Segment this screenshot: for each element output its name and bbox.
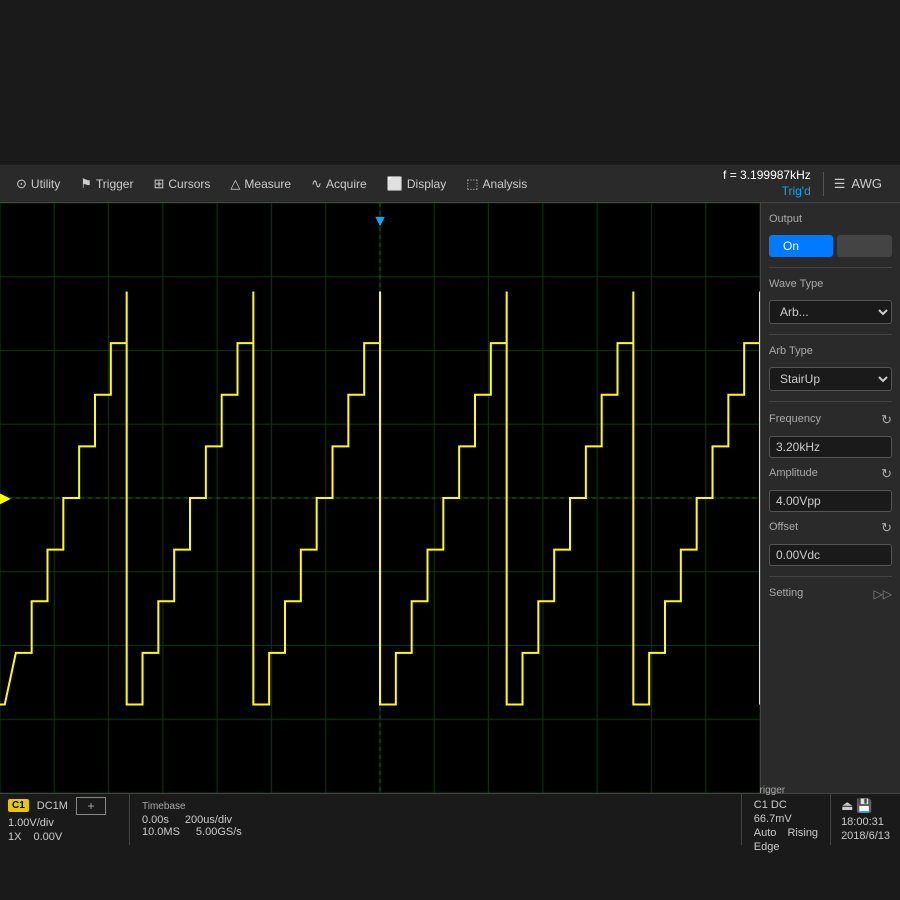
- cursors-menu-item[interactable]: ⊞ Cursors: [145, 172, 218, 196]
- save-icon: 💾: [856, 798, 872, 813]
- timebase-div: 200us/div: [185, 814, 232, 826]
- amplitude-value-box[interactable]: 4.00Vpp: [769, 490, 892, 512]
- usb-icon: ⏏: [841, 798, 853, 813]
- ch1-coupling: DC1M: [37, 800, 68, 812]
- output-toggle-row: On: [769, 235, 892, 257]
- trigger-level-row: 66.7mV: [754, 813, 818, 825]
- frequency-refresh-icon[interactable]: ↻: [881, 412, 892, 428]
- measure-icon: △: [230, 176, 240, 192]
- wave-type-label: Wave Type: [769, 278, 892, 290]
- offset-refresh-icon[interactable]: ↻: [881, 520, 892, 536]
- amplitude-row: Amplitude ↻: [769, 466, 892, 482]
- ch1-offset: 0.00V: [33, 831, 62, 843]
- amplitude-refresh-icon[interactable]: ↻: [881, 466, 892, 482]
- ch1-bottom-row: 1.00V/div: [8, 817, 121, 829]
- trigger-status: Trigger C1 DC 66.7mV Auto Rising Edge: [742, 794, 831, 845]
- offset-label: Offset: [769, 521, 798, 533]
- acquire-icon: ∿: [311, 176, 322, 192]
- frequency-value: f = 3.199987kHz: [723, 168, 811, 184]
- utility-icon: ⊙: [16, 176, 27, 192]
- timebase-label: Timebase: [142, 801, 729, 812]
- ch1-probe-row: 1X 0.00V: [8, 831, 121, 843]
- trigger-type-row: Edge: [754, 841, 818, 853]
- arb-type-select[interactable]: StairUp StairDown Stairud Trapezoid: [769, 367, 892, 391]
- timebase-delay: 0.00s: [142, 814, 169, 826]
- measure-label: Measure: [244, 177, 291, 191]
- trigger-slope: Rising: [787, 827, 818, 839]
- trigger-icon: ⚑: [80, 176, 92, 192]
- analysis-icon: ⬚: [466, 176, 478, 192]
- wave-type-select[interactable]: Arb... Sine Square Ramp Pulse: [769, 300, 892, 324]
- divider-1: [769, 267, 892, 268]
- timebase-status: Timebase 0.00s 200us/div 10.0MS 5.00GS/s: [130, 794, 742, 845]
- timebase-row1: 0.00s 200us/div: [142, 814, 729, 826]
- ch1-voltage: 1.00V/div: [8, 817, 54, 829]
- channel-arrow: ▶: [0, 490, 11, 507]
- waveform-svg: [0, 203, 760, 793]
- datetime-status: ⏏ 💾 18:00:31 2018/6/13: [831, 794, 900, 845]
- trigger-mode-row: Auto Rising: [754, 827, 818, 839]
- timebase-row2: 10.0MS 5.00GS/s: [142, 826, 729, 838]
- divider-3: [769, 401, 892, 402]
- arb-type-label: Arb Type: [769, 345, 892, 357]
- timebase-memory: 10.0MS: [142, 826, 180, 838]
- time-row: ⏏ 💾: [841, 798, 890, 814]
- trigger-type: Edge: [754, 841, 780, 853]
- date-value: 2018/6/13: [841, 830, 890, 842]
- display-label: Display: [407, 177, 446, 191]
- setting-row[interactable]: Setting ▷▷: [769, 587, 892, 601]
- frequency-display: f = 3.199987kHz Trig'd: [723, 168, 811, 199]
- trigger-label: Trigger: [96, 177, 134, 191]
- scope-display: ▼ ▶: [0, 203, 760, 793]
- trigger-mode: Auto: [754, 827, 777, 839]
- toolbar: ⊙ Utility ⚑ Trigger ⊞ Cursors △ Measure …: [0, 165, 900, 203]
- trigger-menu-item[interactable]: ⚑ Trigger: [72, 172, 141, 196]
- ch1-badge: C1: [8, 799, 29, 812]
- trigger-arrow: ▼: [372, 213, 388, 231]
- acquire-menu-item[interactable]: ∿ Acquire: [303, 172, 375, 196]
- display-menu-item[interactable]: ⬜ Display: [379, 172, 455, 196]
- trigger-label: Trigger: [754, 785, 818, 796]
- awg-panel[interactable]: ☰ AWG: [823, 172, 892, 196]
- analysis-label: Analysis: [483, 177, 528, 191]
- utility-menu-item[interactable]: ⊙ Utility: [8, 172, 68, 196]
- analysis-menu-item[interactable]: ⬚ Analysis: [458, 172, 535, 196]
- output-label: Output: [769, 213, 892, 225]
- divider-2: [769, 334, 892, 335]
- utility-label: Utility: [31, 177, 60, 191]
- trig-status: Trig'd: [723, 184, 811, 200]
- trigger-source: C1 DC: [754, 799, 787, 811]
- output-on-button[interactable]: On: [769, 235, 833, 257]
- trigger-level: 66.7mV: [754, 813, 792, 825]
- cursors-icon: ⊞: [153, 176, 164, 192]
- ch1-divider-icon: +: [76, 797, 106, 815]
- awg-icon: ☰: [834, 176, 846, 192]
- time-value: 18:00:31: [841, 816, 890, 828]
- cursors-label: Cursors: [168, 177, 210, 191]
- frequency-label: Frequency: [769, 413, 821, 425]
- frequency-row: Frequency ↻: [769, 412, 892, 428]
- trigger-source-row: C1 DC: [754, 799, 818, 811]
- timebase-sample: 5.00GS/s: [196, 826, 242, 838]
- setting-expand-icon: ▷▷: [874, 587, 892, 601]
- oscilloscope-container: ⊙ Utility ⚑ Trigger ⊞ Cursors △ Measure …: [0, 165, 900, 845]
- status-bar: C1 DC1M + 1.00V/div 1X 0.00V Timebase 0.…: [0, 793, 900, 845]
- main-area: ▼ ▶ Output On Wave Type Arb... Sine Squa…: [0, 203, 900, 793]
- awg-label: AWG: [851, 176, 882, 191]
- acquire-label: Acquire: [326, 177, 367, 191]
- frequency-value-box[interactable]: 3.20kHz: [769, 436, 892, 458]
- amplitude-label: Amplitude: [769, 467, 818, 479]
- offset-row: Offset ↻: [769, 520, 892, 536]
- offset-value-box[interactable]: 0.00Vdc: [769, 544, 892, 566]
- ch1-probe: 1X: [8, 831, 21, 843]
- measure-menu-item[interactable]: △ Measure: [222, 172, 299, 196]
- output-off-button[interactable]: [837, 235, 892, 257]
- right-panel: Output On Wave Type Arb... Sine Square R…: [760, 203, 900, 793]
- divider-4: [769, 576, 892, 577]
- display-icon: ⬜: [387, 176, 403, 192]
- setting-label: Setting: [769, 587, 803, 599]
- ch1-top-row: C1 DC1M +: [8, 797, 121, 815]
- ch1-status: C1 DC1M + 1.00V/div 1X 0.00V: [0, 794, 130, 845]
